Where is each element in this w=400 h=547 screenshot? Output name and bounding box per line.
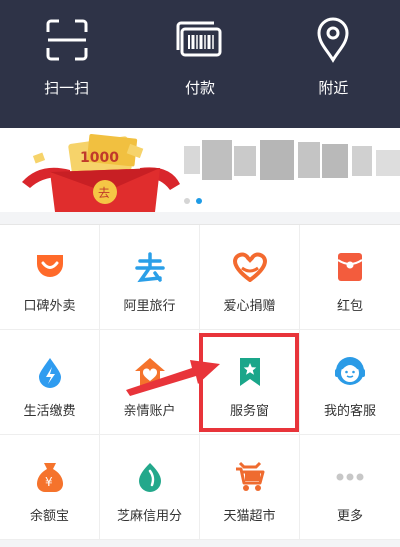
customer-service-icon <box>332 354 368 390</box>
envelope-char: 去 <box>98 186 110 200</box>
grid-item-label: 亲情账户 <box>123 404 176 419</box>
grid-item-ali-travel[interactable]: 阿里旅行 <box>100 225 200 330</box>
nearby-button[interactable]: 附近 <box>267 0 400 128</box>
carousel-dots <box>184 198 202 204</box>
svg-text:¥: ¥ <box>45 475 53 489</box>
service-grid: 口碑外卖 阿里旅行 爱心捐赠 红包 生活缴费 亲情账户 服务窗 我的客服 ¥ 余… <box>0 224 400 540</box>
grid-item-sesame-credit[interactable]: 芝麻信用分 <box>100 435 200 540</box>
grid-item-utility-bill[interactable]: 生活缴费 <box>0 330 100 435</box>
yuebao-icon: ¥ <box>32 459 68 495</box>
grid-item-label: 更多 <box>336 509 363 524</box>
pay-label: 付款 <box>184 79 215 97</box>
grid-item-koubei-takeout[interactable]: 口碑外卖 <box>0 225 100 330</box>
grid-item-label: 芝麻信用分 <box>116 509 182 524</box>
grid-item-more[interactable]: 更多 <box>300 435 400 540</box>
utility-bill-icon <box>32 354 68 390</box>
grid-item-label: 爱心捐赠 <box>223 299 276 314</box>
service-window-icon <box>232 354 268 390</box>
scan-label: 扫一扫 <box>44 79 90 97</box>
pay-button[interactable]: 付款 <box>133 0 266 128</box>
grid-item-label: 阿里旅行 <box>123 299 176 314</box>
carousel-dot-active[interactable] <box>196 198 202 204</box>
grid-item-label: 余额宝 <box>29 509 69 524</box>
grid-item-customer-service[interactable]: 我的客服 <box>300 330 400 435</box>
blurred-banner-text <box>180 140 400 190</box>
red-envelope-icon <box>332 249 368 285</box>
carousel-dot[interactable] <box>184 198 190 204</box>
grid-item-label: 服务窗 <box>229 404 269 419</box>
grid-item-service-window[interactable]: 服务窗 <box>200 330 300 435</box>
more-icon <box>332 459 368 495</box>
scan-icon <box>43 16 91 64</box>
grid-item-label: 红包 <box>336 299 363 314</box>
barcode-pay-icon <box>176 16 224 64</box>
sesame-credit-icon <box>132 459 168 495</box>
grid-item-family-account[interactable]: 亲情账户 <box>100 330 200 435</box>
ali-travel-icon <box>132 249 168 285</box>
grid-item-label: 天猫超市 <box>223 509 276 524</box>
grid-item-yuebao[interactable]: ¥ 余额宝 <box>0 435 100 540</box>
grid-item-red-envelope[interactable]: 红包 <box>300 225 400 330</box>
red-envelope-promo-image: 1000 去 <box>22 133 180 212</box>
nearby-label: 附近 <box>318 79 349 97</box>
grid-item-label: 生活缴费 <box>23 404 76 419</box>
koubei-takeout-icon <box>32 249 68 285</box>
promo-banner[interactable]: 1000 去 <box>0 128 400 212</box>
grid-item-label: 口碑外卖 <box>23 299 76 314</box>
tmall-market-icon <box>232 459 268 495</box>
heart-donate-icon <box>232 249 268 285</box>
family-account-icon <box>132 354 168 390</box>
grid-item-label: 我的客服 <box>323 404 376 419</box>
service-grid-section: 口碑外卖 阿里旅行 爱心捐赠 红包 生活缴费 亲情账户 服务窗 我的客服 ¥ 余… <box>0 212 400 547</box>
scan-button[interactable]: 扫一扫 <box>0 0 133 128</box>
promo-amount-text: 1000 <box>80 150 119 166</box>
grid-item-tmall-market[interactable]: 天猫超市 <box>200 435 300 540</box>
location-pin-icon <box>309 16 357 64</box>
top-action-bar: 扫一扫 付款 附近 <box>0 0 400 128</box>
grid-item-heart-donate[interactable]: 爱心捐赠 <box>200 225 300 330</box>
